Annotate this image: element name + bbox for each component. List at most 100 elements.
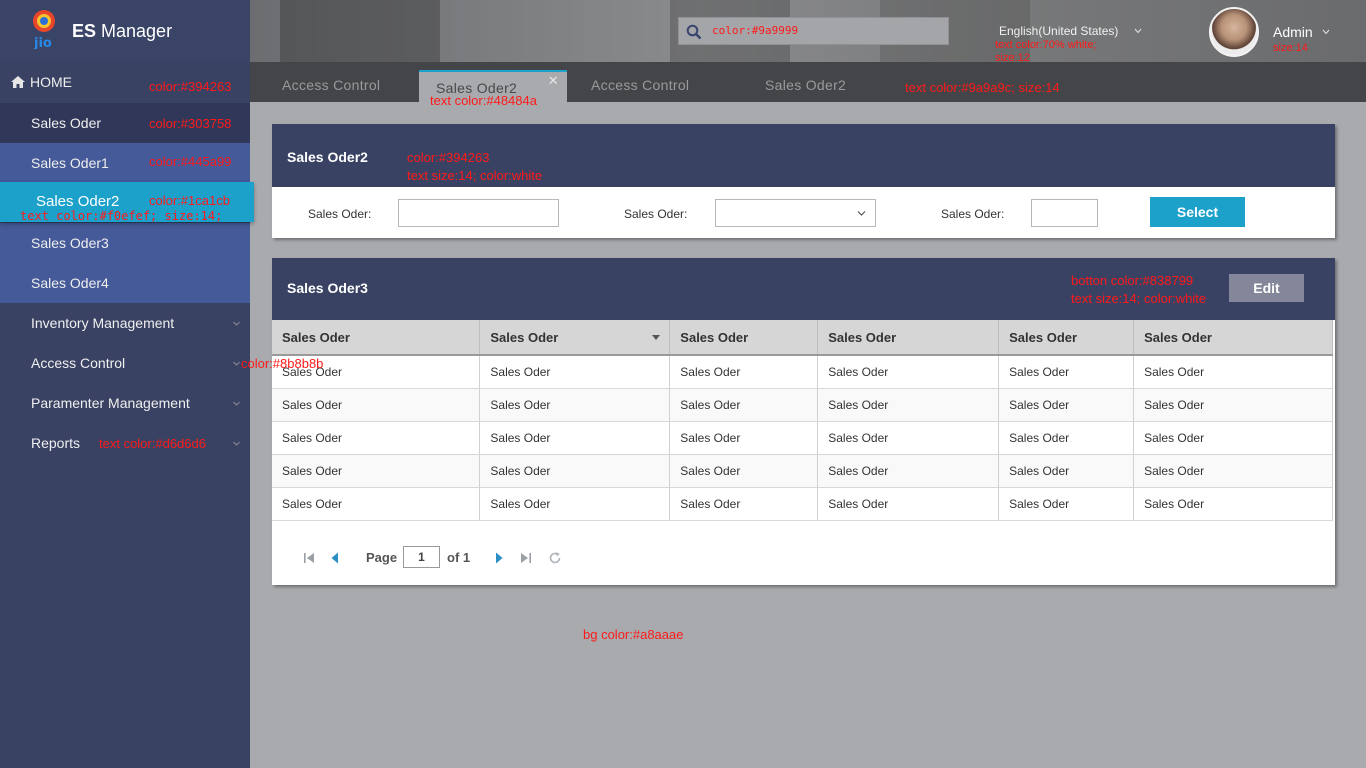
annotation-note: size:14 [1273, 42, 1308, 54]
sidebar-item-sales-oder4[interactable]: Sales Oder4 [0, 263, 250, 303]
table-cell: Sales Oder [998, 454, 1135, 488]
chevron-down-icon [233, 321, 240, 326]
table-row[interactable]: Sales Oder Sales Oder Sales Oder Sales Oder… [272, 454, 1333, 488]
sidebar-menu-paramenter-management[interactable]: Paramenter Management [0, 383, 250, 423]
panel-title: Sales Oder3 [287, 280, 368, 296]
sidebar-menu-inventory-management[interactable]: Inventory Management [0, 303, 250, 343]
table-row[interactable]: Sales Oder Sales Oder Sales Oder Sales Oder… [272, 388, 1333, 422]
pagination: Page 1 of 1 [302, 546, 702, 568]
annotation-note: size:12 [995, 52, 1030, 64]
annotation-note: text color:70% white; [995, 39, 1097, 51]
user-name[interactable]: Admin [1273, 24, 1313, 40]
table-cell: Sales Oder [817, 388, 1000, 422]
annotation-note: text color:#f0efef; size:14; [20, 209, 223, 223]
table-cell: Sales Oder [669, 355, 819, 389]
first-page-icon[interactable] [302, 551, 316, 565]
field-label: Sales Oder: [941, 207, 1005, 221]
next-page-icon[interactable] [492, 551, 506, 565]
search-icon [686, 24, 702, 40]
refresh-icon[interactable] [548, 551, 562, 565]
annotation-note: text size:14; color:white [1071, 291, 1207, 306]
field-label: Sales Oder: [308, 207, 372, 221]
annotation-note: color:#445a99 [149, 154, 232, 169]
table-cell: Sales Oder [669, 388, 819, 422]
panel-title: Sales Oder2 [287, 149, 368, 165]
home-icon [11, 76, 25, 88]
close-icon[interactable]: ✕ [548, 74, 559, 87]
sales-oder-table: Sales Oder Sales Oder Sales Oder Sales O… [272, 320, 1333, 521]
table-row[interactable]: Sales Oder Sales Oder Sales Oder Sales Oder… [272, 421, 1333, 455]
avatar[interactable] [1209, 7, 1259, 57]
sales-oder-select[interactable] [715, 199, 876, 227]
sort-caret-icon[interactable] [652, 335, 661, 340]
chevron-down-icon [233, 401, 240, 406]
sidebar-menu-access-control[interactable]: Access Control [0, 343, 250, 383]
sidebar-menu-label: Access Control [31, 355, 126, 371]
chevron-down-icon[interactable] [1134, 28, 1142, 34]
annotation-note: text color:#d6d6d6 [99, 436, 206, 451]
column-header-label: Sales Oder [490, 329, 559, 345]
column-header-sortable[interactable]: Sales Oder [479, 320, 671, 356]
sidebar-item-sales-oder3[interactable]: Sales Oder3 [0, 223, 250, 263]
table-cell: Sales Oder [272, 421, 481, 455]
table-cell: Sales Oder [479, 454, 671, 488]
app-title: ES Manager [72, 21, 173, 41]
sidebar-home-label: HOME [30, 74, 72, 90]
table-body: Sales Oder Sales Oder Sales Oder Sales Oder… [272, 355, 1333, 521]
table-cell: Sales Oder [272, 388, 481, 422]
page-number-input[interactable]: 1 [403, 546, 440, 568]
sidebar-menu-label: Paramenter Management [31, 395, 190, 411]
table-row[interactable]: Sales Oder Sales Oder Sales Oder Sales Oder… [272, 355, 1333, 389]
sales-oder-input-1[interactable] [398, 199, 559, 227]
search-input[interactable]: color:#9a9999 [678, 17, 949, 45]
annotation-note: color:#394263 [149, 79, 232, 94]
annotation-note: bg color:#a8aaae [583, 627, 684, 642]
select-button[interactable]: Select [1150, 197, 1245, 227]
annotation-note: text color:#48484a [430, 93, 537, 108]
table-cell: Sales Oder [1133, 355, 1333, 389]
table-row[interactable]: Sales Oder Sales Oder Sales Oder Sales Oder… [272, 487, 1333, 521]
table-cell: Sales Oder [1133, 454, 1333, 488]
table-cell: Sales Oder [998, 487, 1135, 521]
edit-button[interactable]: Edit [1229, 274, 1304, 302]
sidebar-menu-label: Reports [31, 435, 81, 451]
page-word: Page [366, 550, 398, 565]
tab-access-control-2[interactable]: Access Control [591, 62, 689, 102]
logo-area: jio ES Manager [0, 0, 250, 62]
tab-sales-oder2-2[interactable]: Sales Oder2 [765, 62, 846, 102]
column-header[interactable]: Sales Oder [669, 320, 819, 356]
annotation-note: color:#303758 [149, 116, 232, 131]
table-cell: Sales Oder [817, 355, 1000, 389]
search-text: color:#9a9999 [712, 24, 799, 37]
annotation-note: color:#8b8b8b [241, 356, 324, 371]
table-header-row: Sales Oder Sales Oder Sales Oder Sales O… [272, 320, 1333, 356]
column-header[interactable]: Sales Oder [817, 320, 1000, 356]
table-cell: Sales Oder [479, 388, 671, 422]
table-cell: Sales Oder [479, 355, 671, 389]
previous-page-icon[interactable] [328, 551, 342, 565]
chevron-down-icon [233, 441, 240, 446]
language-select[interactable]: English(United States) [999, 24, 1118, 38]
tab-access-control[interactable]: Access Control [282, 62, 380, 102]
table-cell: Sales Oder [817, 421, 1000, 455]
table-cell: Sales Oder [669, 487, 819, 521]
sales-oder-input-2[interactable] [1031, 199, 1098, 227]
panel-header: Sales Oder3 Edit [272, 258, 1335, 320]
annotation-note: color:#394263 [407, 150, 490, 165]
last-page-icon[interactable] [519, 551, 533, 565]
table-cell: Sales Oder [998, 355, 1135, 389]
table-cell: Sales Oder [272, 487, 481, 521]
annotation-note: botton color:#838799 [1071, 273, 1194, 288]
column-header[interactable]: Sales Oder [998, 320, 1135, 356]
column-header[interactable]: Sales Oder [1133, 320, 1333, 356]
page-of-text: of 1 [447, 550, 471, 565]
table-cell: Sales Oder [817, 487, 1000, 521]
chevron-down-icon [233, 361, 240, 366]
field-label: Sales Oder: [624, 207, 688, 221]
column-header[interactable]: Sales Oder [272, 320, 481, 356]
chevron-down-icon[interactable] [1322, 29, 1330, 35]
table-cell: Sales Oder [817, 454, 1000, 488]
header-background-texture [280, 0, 440, 62]
table-cell: Sales Oder [1133, 388, 1333, 422]
jio-logo-icon: jio [33, 10, 55, 49]
